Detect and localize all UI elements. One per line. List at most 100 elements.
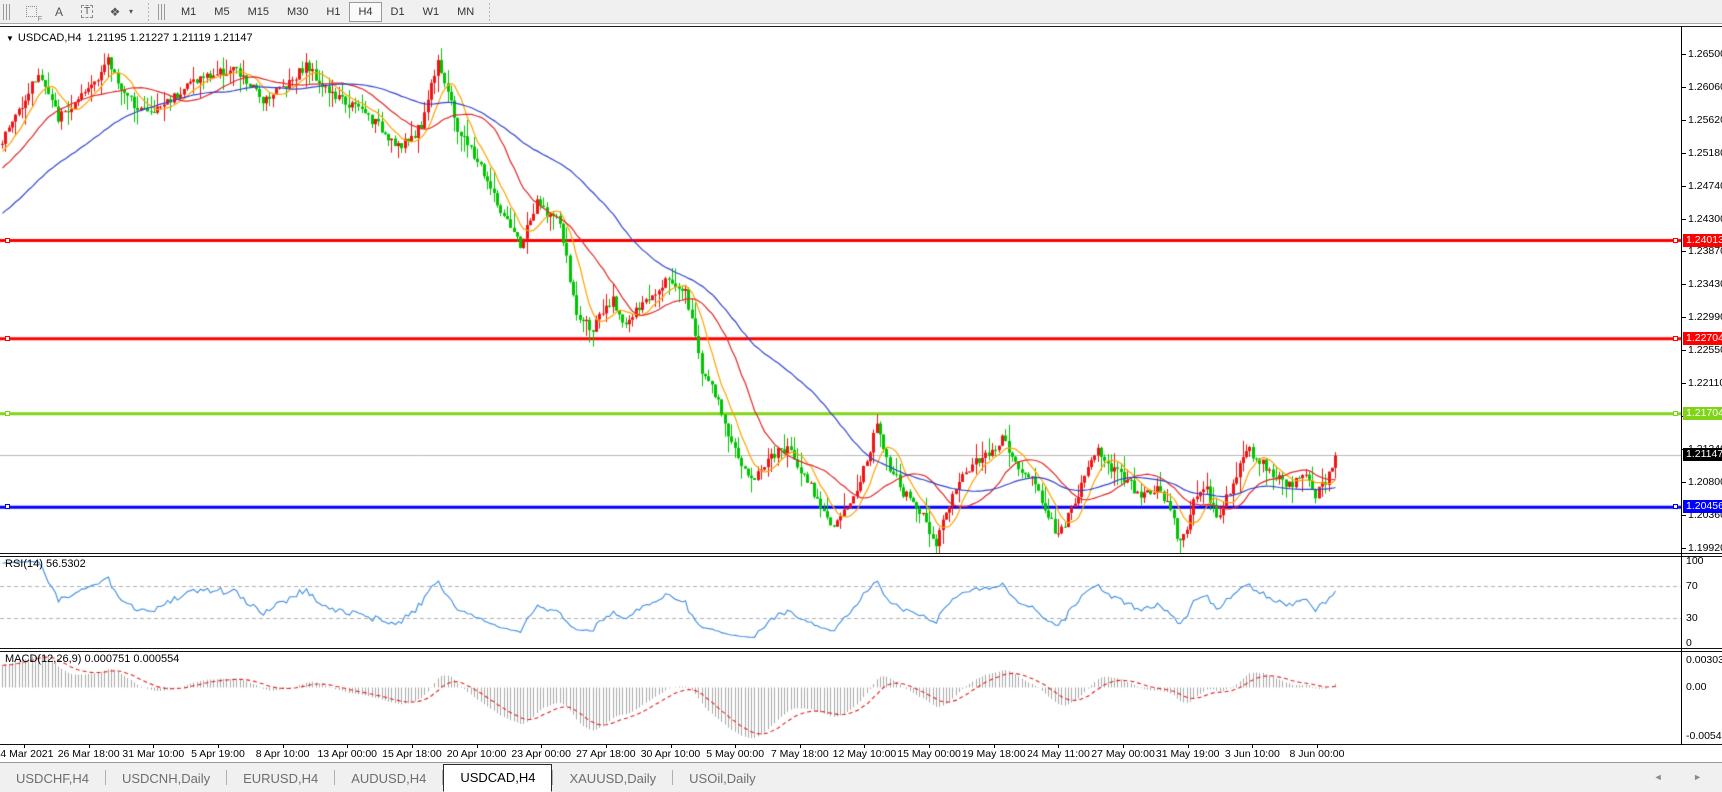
- hline-handle[interactable]: [5, 410, 10, 416]
- chart-title: ▼ USDCAD,H4 1.21195 1.21227 1.21119 1.211…: [6, 32, 253, 44]
- price-tick-label: 1.22990: [1682, 311, 1722, 323]
- timeframe-button-mn[interactable]: MN: [448, 2, 483, 22]
- macd-tick-label: -0.00542: [1686, 729, 1722, 742]
- price-chart-canvas[interactable]: [0, 27, 1681, 553]
- rsi-tick-label: 100: [1686, 555, 1704, 567]
- chart-ohlc-values: 1.21195 1.21227 1.21119 1.21147: [87, 32, 253, 44]
- timeframe-button-m5[interactable]: M5: [205, 2, 238, 22]
- chart-tab-usdcnh[interactable]: USDCNH,Daily: [106, 766, 226, 792]
- chart-tab-xauusd[interactable]: XAUUSD,Daily: [553, 766, 672, 792]
- hline-handle[interactable]: [5, 335, 10, 341]
- timeframe-button-w1[interactable]: W1: [414, 2, 449, 22]
- date-label: 27 Apr 18:00: [576, 748, 636, 760]
- toolbar-separator: [148, 2, 149, 21]
- date-label: 3 Jun 10:00: [1224, 748, 1280, 760]
- date-label: 30 Apr 10:00: [640, 748, 701, 760]
- hline-price-label: 1.24013: [1683, 233, 1722, 247]
- timeframe-button-m15[interactable]: M15: [239, 2, 278, 22]
- date-label: 8 Jun 00:00: [1289, 748, 1345, 760]
- date-label: 27 May 00:00: [1091, 748, 1155, 760]
- date-label: 19 May 18:00: [961, 748, 1026, 760]
- price-tick-label: 1.24740: [1682, 180, 1722, 192]
- date-label: 24 May 11:00: [1026, 748, 1090, 760]
- hline-handle[interactable]: [5, 504, 10, 510]
- price-tick-label: 1.23870: [1682, 245, 1722, 257]
- date-label: 31 Mar 10:00: [122, 748, 185, 760]
- hline-price-label: 1.20456: [1683, 500, 1722, 514]
- date-label: 12 May 10:00: [832, 748, 897, 760]
- cursor-mode-icon[interactable]: F: [19, 2, 43, 23]
- hline-price-label: 1.21704: [1683, 406, 1722, 420]
- date-axis[interactable]: 24 Mar 2021 26 Mar 18:00 31 Mar 10:00 5 Apr…: [0, 745, 1722, 762]
- current-price-label: 1.21147: [1683, 448, 1722, 462]
- macd-canvas[interactable]: [0, 652, 1681, 744]
- rsi-canvas[interactable]: [0, 557, 1681, 648]
- timeframe-group: M1 M5 M15 M30 H1 H4 D1 W1 MN: [172, 1, 483, 22]
- top-toolbar: F A T ❖ ▾ M1 M5 M15 M30 H1 H4 D1 W1 MN: [0, 0, 1722, 24]
- price-tick-label: 1.22550: [1682, 344, 1722, 356]
- date-label: 5 Apr 19:00: [191, 748, 245, 760]
- macd-tick-label: 0.00: [1686, 681, 1707, 693]
- chart-tab-usdchf[interactable]: USDCHF,H4: [0, 766, 105, 792]
- hline-handle[interactable]: [1673, 410, 1678, 416]
- drawing-tools-group: F A T ❖ ▾: [17, 2, 142, 23]
- text-box-icon[interactable]: T: [75, 2, 99, 22]
- date-label: 23 Apr 00:00: [511, 748, 571, 760]
- chart-dropdown-caret[interactable]: ▼: [6, 34, 14, 43]
- price-tick-label: 1.24300: [1682, 213, 1722, 225]
- timeframe-button-h1[interactable]: H1: [317, 2, 349, 22]
- hline-handle[interactable]: [5, 237, 10, 243]
- date-label: 15 Apr 18:00: [382, 748, 442, 760]
- hline-handle[interactable]: [1673, 237, 1678, 243]
- date-label: 31 May 19:00: [1155, 748, 1220, 760]
- chart-tab-eurusd[interactable]: EURUSD,H4: [227, 766, 334, 792]
- cursor-mode-icon-sub: F: [37, 15, 42, 23]
- rsi-name: RSI(14): [5, 558, 43, 570]
- price-axis-line: [1681, 26, 1682, 745]
- shapes-dropdown-caret[interactable]: ▾: [129, 7, 139, 16]
- price-tick-label: 1.26500: [1682, 48, 1722, 60]
- timeframe-button-h4[interactable]: H4: [349, 1, 382, 22]
- price-tick-label: 1.20800: [1682, 476, 1722, 488]
- date-label: 15 May 00:00: [897, 748, 961, 760]
- chart-tab-usoil[interactable]: USOil,Daily: [673, 766, 771, 792]
- date-label: 7 May 18:00: [770, 748, 829, 760]
- chart-tab-usdcad[interactable]: USDCAD,H4: [443, 764, 553, 792]
- hline-handle[interactable]: [1673, 335, 1678, 341]
- rsi-label: RSI(14) 56.5302: [5, 558, 86, 570]
- price-tick-label: 1.22110: [1681, 377, 1722, 389]
- price-tick-label: 1.23430: [1682, 278, 1722, 290]
- toolbar-grip-2[interactable]: [158, 3, 166, 20]
- hline-handle[interactable]: [1673, 504, 1678, 510]
- price-tick-label: 1.25180: [1682, 147, 1722, 159]
- chart-tab-bar: USDCHF,H4 USDCNH,Daily EURUSD,H4 AUDUSD,H4 U…: [0, 762, 1722, 792]
- chart-symbol-timeframe: USDCAD,H4: [17, 32, 82, 44]
- date-label: 8 Apr 10:00: [255, 748, 310, 760]
- timeframe-button-m1[interactable]: M1: [172, 2, 205, 22]
- shapes-icon[interactable]: ❖: [103, 2, 127, 22]
- date-label: 5 May 00:00: [706, 748, 765, 760]
- mt4-terminal: F A T ❖ ▾ M1 M5 M15 M30 H1 H4 D1 W1 MN ▼ USDCAD,H4 1.…: [0, 0, 1722, 792]
- rsi-tick-label: 0: [1686, 637, 1692, 649]
- tab-scroll-arrows[interactable]: ◄ ►: [1654, 772, 1716, 782]
- macd-label: MACD(12,26,9) 0.000751 0.000554: [5, 653, 179, 665]
- macd-values: 0.000751 0.000554: [84, 653, 180, 665]
- timeframe-button-d1[interactable]: D1: [382, 2, 414, 22]
- toolbar-separator-2: [489, 2, 491, 21]
- hline-price-label: 1.22704: [1683, 331, 1722, 345]
- date-label: 13 Apr 00:00: [317, 748, 378, 760]
- timeframe-button-m30[interactable]: M30: [278, 2, 317, 22]
- chart-tab-audusd[interactable]: AUDUSD,H4: [335, 766, 442, 792]
- toolbar-grip[interactable]: [3, 3, 11, 20]
- rsi-tick-label: 30: [1686, 612, 1698, 625]
- price-tick-label: 1.25620: [1682, 114, 1722, 126]
- rsi-value: 56.5302: [45, 558, 86, 570]
- date-label: 26 Mar 18:00: [57, 748, 120, 760]
- price-tick-label: 1.26060: [1682, 81, 1722, 93]
- macd-name: MACD(12,26,9): [5, 653, 82, 665]
- text-label-icon[interactable]: A: [47, 2, 71, 22]
- date-label: 20 Apr 10:00: [446, 748, 507, 760]
- rsi-tick-label: 70: [1686, 579, 1698, 592]
- price-tick-label: 1.19920: [1682, 542, 1722, 554]
- macd-tick-label: 0.003035: [1686, 653, 1722, 666]
